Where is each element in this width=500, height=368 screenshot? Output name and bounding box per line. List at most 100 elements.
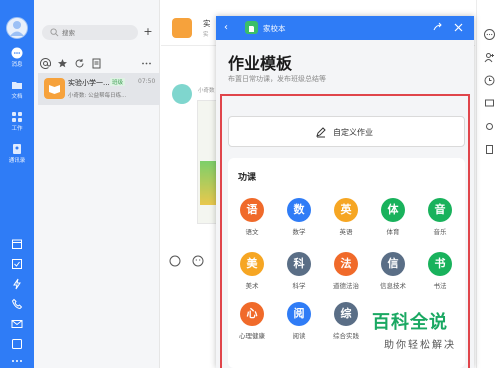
folder-icon <box>12 82 22 89</box>
subject-label: 体育 <box>386 228 400 236</box>
book-icon <box>49 85 60 94</box>
subject-item[interactable]: 综综合实践 <box>322 302 370 344</box>
nav-item-docs[interactable]: 文档 <box>0 79 34 100</box>
watermark-subtitle: 助你轻松解决 <box>384 340 456 351</box>
chat-subtitle: 实 <box>203 32 209 38</box>
subject-item[interactable]: 英英语 <box>322 198 370 240</box>
pencil-icon <box>316 127 326 138</box>
search-input[interactable] <box>62 27 132 38</box>
subject-label: 科学 <box>292 282 306 290</box>
filter-bar <box>40 54 152 69</box>
subject-item[interactable]: 数数学 <box>275 198 323 240</box>
subject-icon: 英 <box>334 198 358 222</box>
document-icon[interactable] <box>91 54 102 69</box>
subject-item[interactable]: 信信息技术 <box>369 252 417 294</box>
subject-icon: 心 <box>240 302 264 326</box>
conversation-preview: 小奇数: 公益帮每日练... <box>68 93 127 99</box>
more-icon[interactable] <box>11 355 23 367</box>
subject-icon: 综 <box>334 302 358 326</box>
popup-app-name: 家校本 <box>263 24 286 33</box>
user-avatar[interactable] <box>6 17 28 39</box>
search-icon <box>50 28 59 37</box>
sender-name: 小奇数 <box>198 88 215 94</box>
subject-item[interactable]: 体体育 <box>369 198 417 240</box>
subject-item[interactable]: 书书法 <box>416 252 464 294</box>
gif-icon[interactable] <box>169 255 181 267</box>
nav-label: 文档 <box>11 94 23 100</box>
subject-label: 心理健康 <box>239 332 265 340</box>
checkbox-icon[interactable] <box>11 258 23 270</box>
subject-label: 音乐 <box>433 228 447 236</box>
refresh-icon[interactable] <box>74 54 85 68</box>
nav-rail: 消息 文档 工作 通讯录 <box>0 0 34 368</box>
conversation-time: 07:50 <box>138 78 156 85</box>
subject-label: 语文 <box>245 228 259 236</box>
conversation-title: 实验小学一... <box>68 79 110 87</box>
subject-label: 书法 <box>433 282 447 290</box>
chat-bubble-icon <box>11 47 23 59</box>
subject-item[interactable]: 阅阅读 <box>275 302 323 344</box>
contacts-icon <box>13 144 21 154</box>
app-logo-icon <box>245 21 258 34</box>
subject-item[interactable]: 科科学 <box>275 252 323 294</box>
subject-label: 道德法治 <box>333 282 359 290</box>
file-icon[interactable] <box>484 144 495 155</box>
subject-icon: 阅 <box>287 302 311 326</box>
watermark-logo: 百科全说 <box>372 312 448 333</box>
nav-item-messages[interactable]: 消息 <box>0 47 34 68</box>
clock-icon[interactable] <box>484 75 495 86</box>
lightning-icon[interactable] <box>11 278 23 290</box>
subject-item[interactable]: 语语文 <box>228 198 276 240</box>
subject-item[interactable]: 心心理健康 <box>228 302 276 344</box>
sender-avatar[interactable] <box>172 84 192 104</box>
group-avatar <box>172 18 192 38</box>
nav-item-work[interactable]: 工作 <box>0 111 34 132</box>
nav-label: 工作 <box>11 126 23 132</box>
back-button[interactable]: ‹ <box>224 22 234 34</box>
subject-icon: 美 <box>240 252 264 276</box>
grid-icon <box>12 112 22 122</box>
page-title: 作业模板 <box>228 54 293 73</box>
calendar-icon[interactable] <box>11 238 23 250</box>
add-button[interactable]: + <box>142 26 154 38</box>
nav-item-contacts[interactable]: 通讯录 <box>0 143 34 164</box>
subject-icon: 体 <box>381 198 405 222</box>
subject-icon: 语 <box>240 198 264 222</box>
subject-label: 综合实践 <box>333 332 359 340</box>
add-member-icon[interactable] <box>484 52 495 63</box>
subject-label: 信息技术 <box>380 282 406 290</box>
subject-icon: 科 <box>287 252 311 276</box>
subject-item[interactable]: 法道德法治 <box>322 252 370 294</box>
more-icon[interactable] <box>141 54 152 65</box>
conversation-item[interactable]: 实验小学一... 班级 07:50 小奇数: 公益帮每日练... <box>38 73 160 105</box>
apps-icon[interactable] <box>11 338 23 350</box>
subject-icon: 数 <box>287 198 311 222</box>
subject-icon: 书 <box>428 252 452 276</box>
settings-icon[interactable] <box>484 121 495 132</box>
subject-item[interactable]: 音音乐 <box>416 198 464 240</box>
message-icon[interactable] <box>484 98 495 109</box>
custom-homework-button[interactable]: 自定义作业 <box>228 116 465 147</box>
course-section-title: 功课 <box>238 173 257 183</box>
popup-titlebar: ‹ 家校本 <box>216 16 474 40</box>
subject-label: 数学 <box>292 228 306 236</box>
at-icon[interactable] <box>40 54 51 69</box>
close-icon[interactable] <box>453 22 464 33</box>
search-box[interactable] <box>42 25 138 40</box>
subject-label: 阅读 <box>292 332 306 340</box>
emoji-icon[interactable] <box>192 255 204 267</box>
subject-icon: 音 <box>428 198 452 222</box>
subject-item[interactable]: 美美术 <box>228 252 276 294</box>
conversation-list: + 实验小学一... 班级 07:50 小奇数: 公益帮每日练... <box>34 0 160 368</box>
phone-icon[interactable] <box>11 298 23 310</box>
custom-homework-label: 自定义作业 <box>333 128 373 137</box>
page-subtitle: 布置日常功课，发布班级总结等 <box>228 75 326 83</box>
group-avatar <box>44 78 65 99</box>
mail-icon[interactable] <box>11 318 23 330</box>
chat-title: 实 <box>203 19 211 28</box>
star-icon[interactable] <box>57 54 68 68</box>
subject-label: 美术 <box>245 282 259 290</box>
more-circle-icon[interactable] <box>484 29 495 40</box>
share-icon[interactable] <box>432 22 443 33</box>
nav-label: 通讯录 <box>8 158 26 164</box>
